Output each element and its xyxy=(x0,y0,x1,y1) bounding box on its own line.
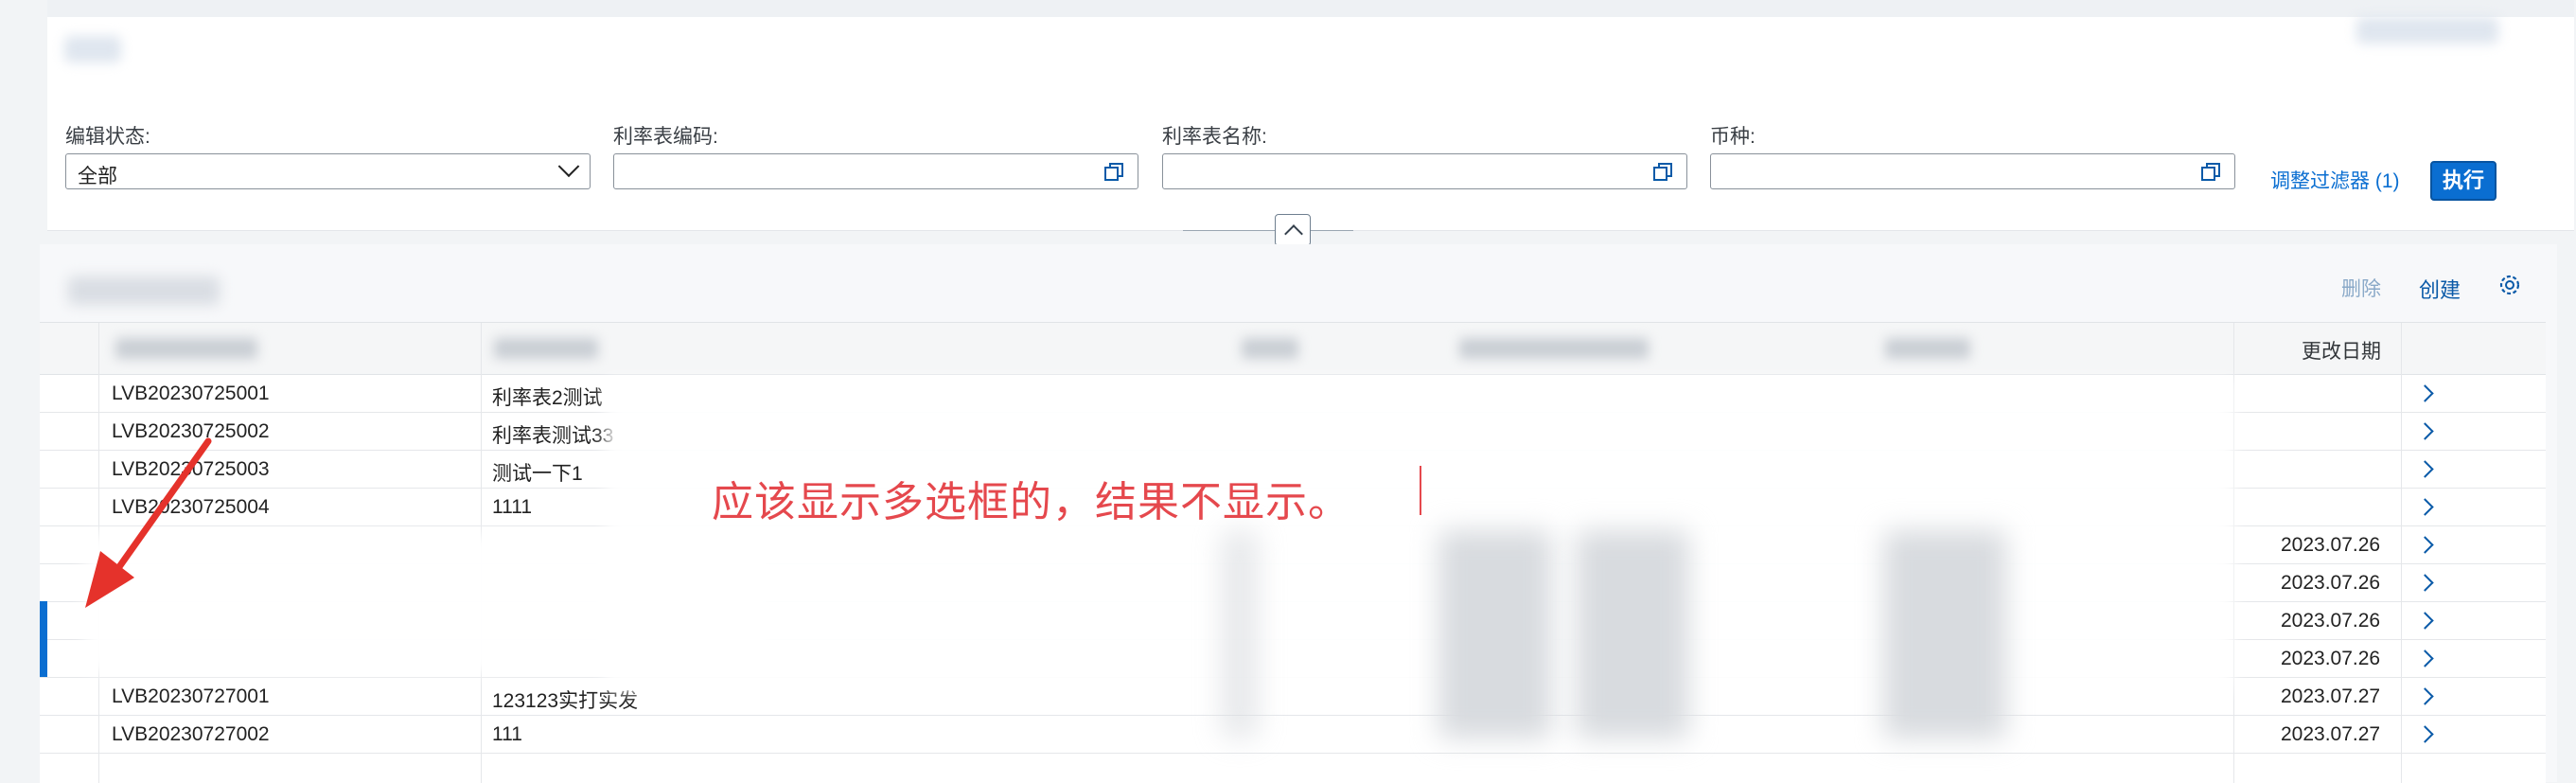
row-date: 2023.07.26 xyxy=(2281,610,2381,632)
column-header xyxy=(115,338,257,359)
chevron-down-icon[interactable] xyxy=(557,155,580,178)
value-help-icon[interactable] xyxy=(2200,162,2221,183)
chevron-right-icon[interactable] xyxy=(2416,574,2434,592)
redacted-block xyxy=(1438,530,1552,739)
filter-rate-code: 利率表编码: xyxy=(613,121,1138,189)
row-date: 2023.07.26 xyxy=(2281,648,2381,669)
value-help-icon[interactable] xyxy=(1652,162,1673,183)
text-caret xyxy=(1420,466,1421,515)
gear-icon[interactable] xyxy=(2497,272,2523,298)
table-header: 更改日期 xyxy=(40,323,2546,375)
row-code: LVB20230727002 xyxy=(112,723,270,745)
collapse-filter-button[interactable] xyxy=(1275,214,1311,246)
chevron-right-icon[interactable] xyxy=(2416,650,2434,667)
chevron-right-icon[interactable] xyxy=(2416,687,2434,705)
delete-button[interactable]: 删除 xyxy=(2341,274,2381,302)
edit-status-select[interactable]: 全部 xyxy=(65,153,591,189)
filter-label: 利率表名称: xyxy=(1162,126,1267,148)
top-strip xyxy=(47,0,2574,19)
redacted-block xyxy=(1221,530,1259,739)
chevron-right-icon[interactable] xyxy=(2416,536,2434,554)
row-name: 利率表测试33 xyxy=(492,425,614,447)
row-name: 111 xyxy=(492,723,522,745)
column-header-change-date[interactable]: 更改日期 xyxy=(2302,336,2381,365)
currency-input[interactable] xyxy=(1710,153,2235,189)
rate-name-input[interactable] xyxy=(1162,153,1687,189)
chevron-right-icon[interactable] xyxy=(2416,612,2434,630)
filter-label: 币种: xyxy=(1710,126,1756,148)
chevron-right-icon[interactable] xyxy=(2416,384,2434,402)
table-row[interactable]: LVB20230727002 111 2023.07.27 xyxy=(40,715,2546,754)
column-header xyxy=(1885,338,1970,359)
annotation-text: 应该显示多选框的，结果不显示。 xyxy=(712,479,1350,525)
collapse-divider xyxy=(1183,230,1353,231)
filter-rate-name: 利率表名称: xyxy=(1162,121,1687,189)
column-header xyxy=(1459,338,1649,359)
chevron-up-icon xyxy=(1284,224,1303,243)
row-date: 2023.07.27 xyxy=(2281,723,2381,745)
column-header xyxy=(1242,338,1298,359)
row-name: 测试一下1 xyxy=(492,463,583,485)
filter-label: 编辑状态: xyxy=(65,126,150,148)
redacted-block xyxy=(1576,530,1689,739)
row-date: 2023.07.26 xyxy=(2281,534,2381,556)
chevron-right-icon[interactable] xyxy=(2416,725,2434,743)
chevron-right-icon[interactable] xyxy=(2416,422,2434,440)
chevron-right-icon[interactable] xyxy=(2416,498,2434,516)
row-date: 2023.07.26 xyxy=(2281,572,2381,594)
selected-row-indicator xyxy=(40,639,47,677)
blurred-header xyxy=(2356,17,2498,44)
filter-label: 利率表编码: xyxy=(613,126,718,148)
row-name: 利率表2测试 xyxy=(492,387,603,409)
selected-row-indicator xyxy=(40,601,47,639)
filter-edit-status: 编辑状态: 全部 xyxy=(65,121,591,189)
go-button[interactable]: 执行 xyxy=(2430,161,2497,201)
arrow-icon xyxy=(85,437,212,608)
redacted-block xyxy=(1883,530,2006,739)
table-title xyxy=(68,276,220,305)
create-button[interactable]: 创建 xyxy=(2419,274,2461,304)
chevron-right-icon[interactable] xyxy=(2416,460,2434,478)
adjust-filters-link[interactable]: 调整过滤器 (1) xyxy=(2270,166,2400,194)
select-value: 全部 xyxy=(78,166,117,187)
row-name: 1111 xyxy=(492,496,533,518)
rate-code-input[interactable] xyxy=(613,153,1138,189)
row-date: 2023.07.27 xyxy=(2281,685,2381,707)
row-code: LVB20230727001 xyxy=(112,685,270,707)
value-help-icon[interactable] xyxy=(1103,162,1124,183)
blurred-header xyxy=(64,36,121,62)
row-code: LVB20230725001 xyxy=(112,383,270,404)
column-header xyxy=(494,338,598,359)
filter-currency: 币种: xyxy=(1710,121,2235,189)
